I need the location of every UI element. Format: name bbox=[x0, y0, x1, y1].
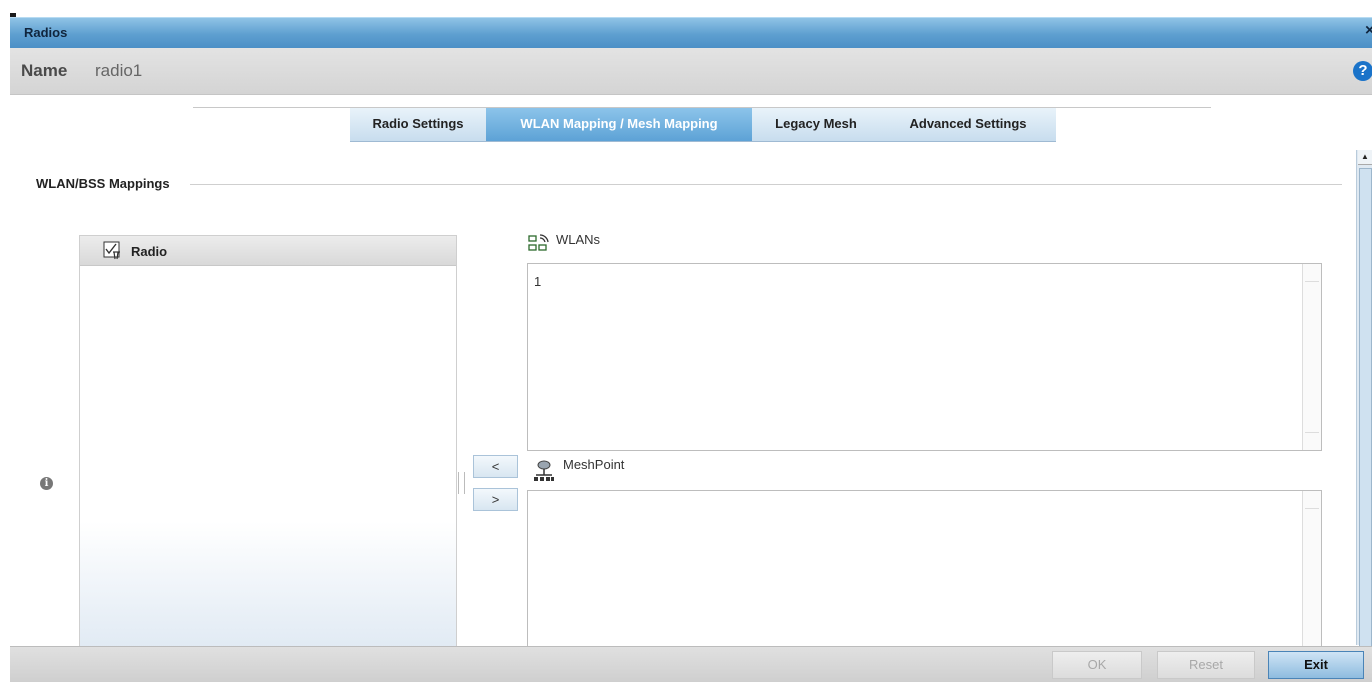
move-left-button[interactable]: < bbox=[473, 455, 518, 478]
radio-tree-panel[interactable]: Radio bbox=[79, 235, 457, 656]
meshpoint-label: MeshPoint bbox=[563, 457, 625, 472]
meshpoint-scrollbar[interactable] bbox=[1302, 491, 1321, 650]
name-value: radio1 bbox=[95, 61, 143, 80]
tab-advanced-settings[interactable]: Advanced Settings bbox=[880, 108, 1056, 142]
window-title: Radios bbox=[24, 25, 68, 40]
tab-radio-settings[interactable]: Radio Settings bbox=[350, 108, 486, 142]
radio-tree-icon bbox=[103, 241, 120, 260]
ok-button[interactable]: OK bbox=[1052, 651, 1142, 679]
reset-button[interactable]: Reset bbox=[1157, 651, 1255, 679]
wlans-list[interactable]: 1 bbox=[527, 263, 1322, 451]
section-divider bbox=[190, 184, 1342, 185]
wlan-icon bbox=[528, 234, 549, 251]
name-row: Name radio1 ? bbox=[10, 48, 1372, 95]
tab-legacy-mesh[interactable]: Legacy Mesh bbox=[752, 108, 880, 142]
window-title-bar: Radios × bbox=[10, 17, 1372, 48]
wlans-label: WLANs bbox=[556, 232, 601, 247]
move-right-button[interactable]: > bbox=[473, 488, 518, 511]
scroll-up-icon[interactable]: ▲ bbox=[1358, 150, 1372, 165]
radio-panel-header: Radio bbox=[80, 236, 456, 266]
panel-splitter-handle[interactable] bbox=[458, 472, 465, 494]
tab-wlan-mapping[interactable]: WLAN Mapping / Mesh Mapping bbox=[486, 108, 752, 142]
wlans-scrollbar[interactable] bbox=[1302, 264, 1321, 450]
scrollbar-thumb[interactable] bbox=[1359, 168, 1372, 668]
list-item[interactable]: 1 bbox=[534, 274, 541, 289]
meshpoint-list[interactable] bbox=[527, 490, 1322, 650]
info-icon[interactable]: i bbox=[40, 477, 53, 490]
help-icon[interactable]: ? bbox=[1353, 61, 1372, 81]
close-icon[interactable]: × bbox=[1365, 22, 1372, 40]
section-title: WLAN/BSS Mappings bbox=[36, 176, 170, 191]
main-scrollbar[interactable]: ▲ bbox=[1356, 150, 1372, 668]
name-label: Name bbox=[21, 61, 68, 80]
radio-panel-title: Radio bbox=[131, 244, 168, 259]
exit-button[interactable]: Exit bbox=[1268, 651, 1364, 679]
meshpoint-icon bbox=[534, 460, 554, 481]
